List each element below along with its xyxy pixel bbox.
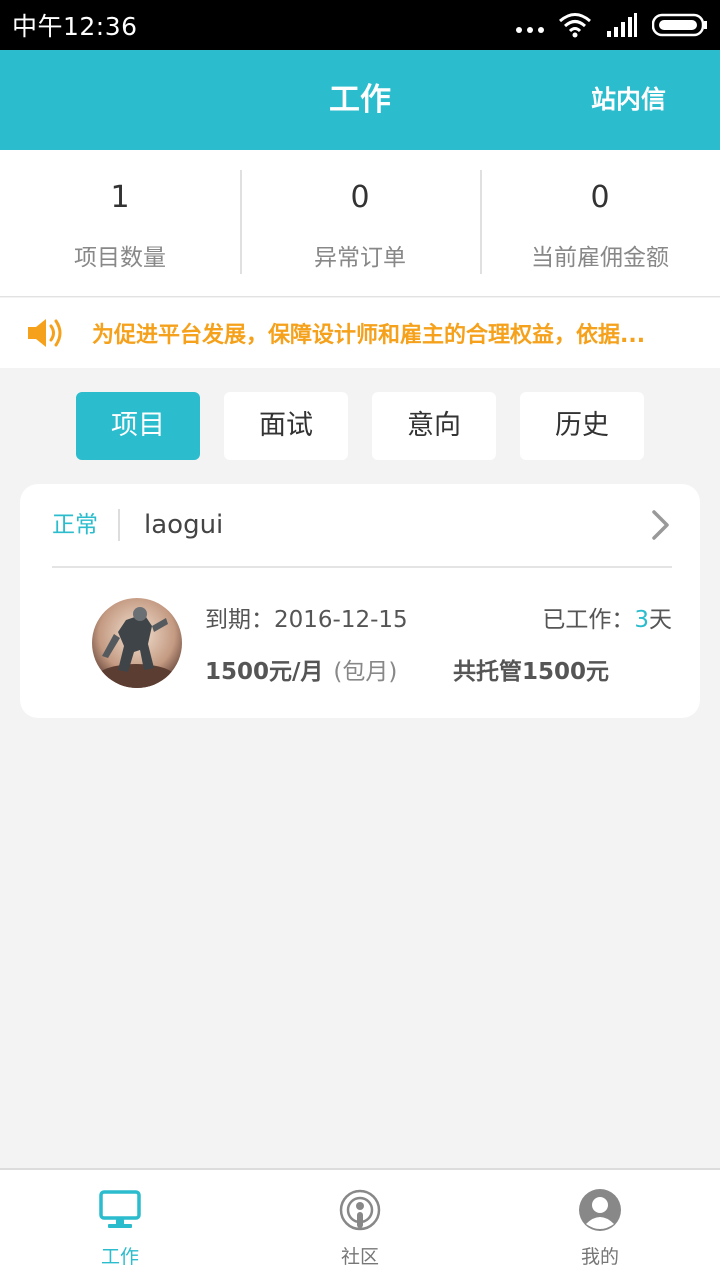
stat-label: 异常订单	[314, 245, 406, 271]
inbox-button[interactable]: 站内信	[591, 50, 666, 150]
stat-value: 0	[590, 180, 610, 215]
nav-community[interactable]: 社区	[240, 1170, 480, 1280]
chevron-right-icon[interactable]	[650, 509, 672, 541]
tab-projects[interactable]: 项目	[76, 392, 200, 460]
designer-name: laogui	[144, 510, 224, 540]
stat-value: 1	[110, 180, 130, 215]
worked-unit: 天	[649, 607, 672, 633]
monitor-icon	[99, 1190, 141, 1228]
stat-current-amount[interactable]: 0 当前雇佣金额	[480, 150, 720, 296]
bottom-nav: 工作 社区 我的	[0, 1168, 720, 1280]
worked-label: 已工作：	[542, 607, 635, 633]
stat-label: 当前雇佣金额	[531, 245, 669, 271]
battery-icon	[652, 13, 707, 37]
nav-me[interactable]: 我的	[480, 1170, 720, 1280]
stat-value: 0	[350, 180, 370, 215]
expiry-info: 到期：2016-12-15	[205, 600, 408, 634]
expire-label: 到期：	[205, 607, 274, 633]
avatar	[92, 598, 182, 688]
nav-work[interactable]: 工作	[0, 1170, 240, 1280]
tab-intentions[interactable]: 意向	[372, 392, 496, 460]
signal-icon	[607, 13, 637, 37]
stat-abnormal-orders[interactable]: 0 异常订单	[240, 150, 480, 296]
project-card[interactable]: 正常 laogui 到期：2016-12-15 已工作：3天 1500元/月 (…	[20, 484, 700, 718]
notice-bar[interactable]: 为促进平台发展，保障设计师和雇主的合理权益，依据...	[0, 298, 720, 368]
app-header: 工作 站内信	[0, 50, 720, 150]
status-bar: 中午12:36	[0, 0, 720, 50]
podcast-icon	[339, 1189, 381, 1231]
stat-project-count[interactable]: 1 项目数量	[0, 150, 240, 296]
price-type: (包月)	[333, 659, 398, 685]
nav-label: 工作	[100, 1246, 139, 1268]
nav-label: 我的	[580, 1246, 619, 1268]
tab-bar: 项目 面试 意向 历史	[76, 392, 644, 460]
more-dots-icon	[516, 15, 544, 35]
status-badge: 正常	[52, 509, 120, 541]
status-icons	[516, 12, 708, 38]
expire-date: 2016-12-15	[274, 607, 408, 633]
user-icon	[579, 1189, 621, 1231]
expiry-row: 到期：2016-12-15 已工作：3天	[205, 600, 672, 634]
wifi-icon	[559, 13, 591, 38]
card-header[interactable]: 正常 laogui	[52, 484, 672, 568]
tab-interviews[interactable]: 面试	[224, 392, 348, 460]
speaker-icon	[28, 319, 62, 347]
tab-history[interactable]: 历史	[520, 392, 644, 460]
price-value: 1500元/月	[205, 659, 324, 685]
escrow-amount: 共托管1500元	[453, 659, 610, 685]
worked-days: 3	[634, 607, 649, 633]
nav-label: 社区	[340, 1246, 379, 1268]
worked-info: 已工作：3天	[542, 600, 672, 634]
price-row: 1500元/月 (包月) 共托管1500元	[205, 652, 672, 686]
stat-label: 项目数量	[74, 245, 166, 271]
notice-text: 为促进平台发展，保障设计师和雇主的合理权益，依据...	[92, 323, 646, 348]
stats-panel: 1 项目数量 0 异常订单 0 当前雇佣金额	[0, 150, 720, 297]
status-time: 中午12:36	[12, 12, 138, 41]
